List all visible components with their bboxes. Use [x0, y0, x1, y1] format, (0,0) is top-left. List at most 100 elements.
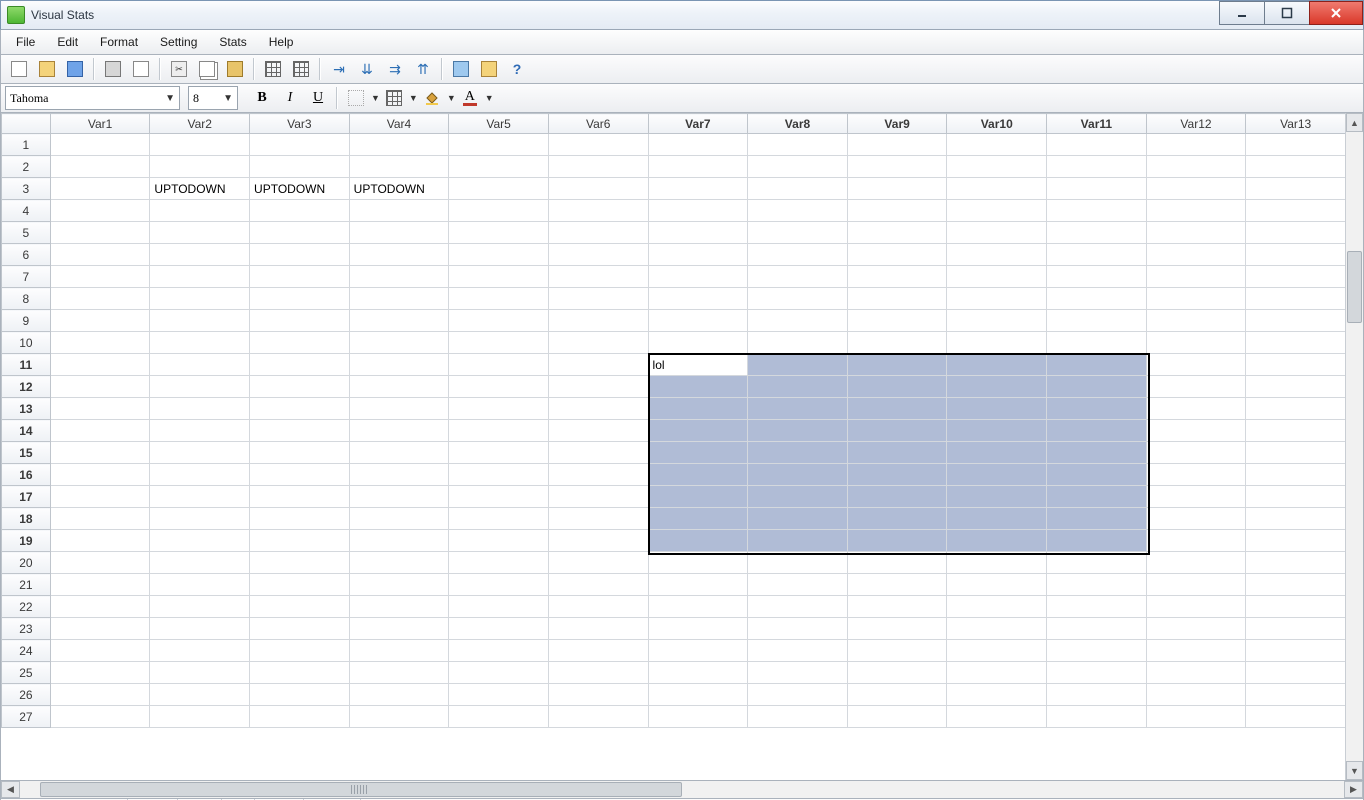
cell[interactable] [349, 508, 449, 530]
cell[interactable] [947, 376, 1047, 398]
scroll-left-arrow-icon[interactable]: ◀ [1, 781, 20, 798]
cell[interactable] [947, 706, 1047, 728]
cell[interactable] [449, 662, 549, 684]
cell[interactable] [1146, 134, 1246, 156]
cell[interactable] [250, 398, 350, 420]
cell[interactable] [250, 618, 350, 640]
cell[interactable] [947, 508, 1047, 530]
cell[interactable] [449, 200, 549, 222]
cell[interactable] [1246, 596, 1346, 618]
row-header[interactable]: 16 [2, 464, 51, 486]
cell[interactable] [449, 156, 549, 178]
print-button[interactable] [100, 56, 126, 82]
column-header[interactable]: Var11 [1047, 114, 1147, 134]
grid-button-2[interactable] [288, 56, 314, 82]
cell[interactable] [1146, 464, 1246, 486]
cell[interactable] [150, 332, 250, 354]
cell[interactable] [250, 354, 350, 376]
cell[interactable] [349, 442, 449, 464]
cell[interactable] [50, 222, 150, 244]
cell[interactable] [1047, 640, 1147, 662]
cell[interactable] [847, 244, 947, 266]
cell[interactable] [150, 706, 250, 728]
column-header[interactable]: Var4 [349, 114, 449, 134]
cell[interactable] [1047, 156, 1147, 178]
sort-button-2[interactable]: ⇊ [354, 56, 380, 82]
open-button[interactable] [34, 56, 60, 82]
cell[interactable] [449, 244, 549, 266]
cell[interactable] [947, 134, 1047, 156]
cell[interactable] [349, 618, 449, 640]
cell[interactable] [1246, 288, 1346, 310]
cell[interactable] [548, 640, 648, 662]
cell[interactable] [748, 222, 848, 244]
grid-button-1[interactable] [260, 56, 286, 82]
cell[interactable] [50, 178, 150, 200]
cell[interactable] [1146, 398, 1246, 420]
scroll-up-arrow-icon[interactable]: ▲ [1346, 113, 1363, 132]
cell[interactable] [1047, 706, 1147, 728]
scroll-down-arrow-icon[interactable]: ▼ [1346, 761, 1363, 780]
cell[interactable] [548, 222, 648, 244]
settings-button[interactable] [476, 56, 502, 82]
row-header[interactable]: 24 [2, 640, 51, 662]
cell[interactable] [648, 508, 748, 530]
cell[interactable] [748, 640, 848, 662]
cell[interactable] [50, 288, 150, 310]
cell[interactable] [548, 178, 648, 200]
cell[interactable] [50, 244, 150, 266]
cell[interactable] [250, 662, 350, 684]
column-header[interactable]: Var13 [1246, 114, 1346, 134]
cell[interactable] [1246, 442, 1346, 464]
cell[interactable] [748, 662, 848, 684]
chevron-down-icon[interactable]: ▼ [371, 93, 380, 103]
cell[interactable] [847, 706, 947, 728]
cell[interactable] [50, 706, 150, 728]
cell[interactable] [349, 376, 449, 398]
cell[interactable] [947, 486, 1047, 508]
cell[interactable] [748, 288, 848, 310]
cell[interactable] [548, 508, 648, 530]
cell[interactable] [548, 662, 648, 684]
cell[interactable] [349, 156, 449, 178]
cell[interactable] [449, 398, 549, 420]
row-header[interactable]: 1 [2, 134, 51, 156]
cell[interactable] [150, 574, 250, 596]
cell[interactable] [150, 398, 250, 420]
cell[interactable] [548, 354, 648, 376]
align-button[interactable] [343, 86, 369, 110]
scroll-thumb[interactable] [1347, 251, 1362, 323]
scroll-thumb[interactable] [40, 782, 682, 797]
cell[interactable] [648, 332, 748, 354]
cell[interactable] [748, 486, 848, 508]
cell[interactable] [150, 288, 250, 310]
chevron-down-icon[interactable]: ▼ [409, 93, 418, 103]
cell[interactable] [1246, 508, 1346, 530]
cell[interactable] [349, 332, 449, 354]
cell[interactable] [349, 420, 449, 442]
cell[interactable] [1047, 684, 1147, 706]
paste-button[interactable] [222, 56, 248, 82]
cell[interactable] [748, 200, 848, 222]
chevron-down-icon[interactable]: ▼ [485, 93, 494, 103]
cell[interactable] [1047, 178, 1147, 200]
cell[interactable] [150, 464, 250, 486]
cell[interactable] [548, 332, 648, 354]
cell[interactable] [449, 178, 549, 200]
scroll-right-arrow-icon[interactable]: ▶ [1344, 781, 1363, 798]
cell[interactable] [947, 574, 1047, 596]
cell[interactable] [748, 134, 848, 156]
cell[interactable] [1246, 530, 1346, 552]
cell[interactable] [250, 310, 350, 332]
cell[interactable] [250, 244, 350, 266]
cell[interactable] [748, 156, 848, 178]
cell[interactable] [748, 420, 848, 442]
cell[interactable] [1047, 530, 1147, 552]
cell[interactable] [1146, 156, 1246, 178]
cell[interactable] [150, 662, 250, 684]
cell[interactable] [748, 530, 848, 552]
close-button[interactable] [1309, 1, 1363, 25]
cell[interactable] [548, 684, 648, 706]
cell[interactable] [250, 442, 350, 464]
cell[interactable] [548, 288, 648, 310]
